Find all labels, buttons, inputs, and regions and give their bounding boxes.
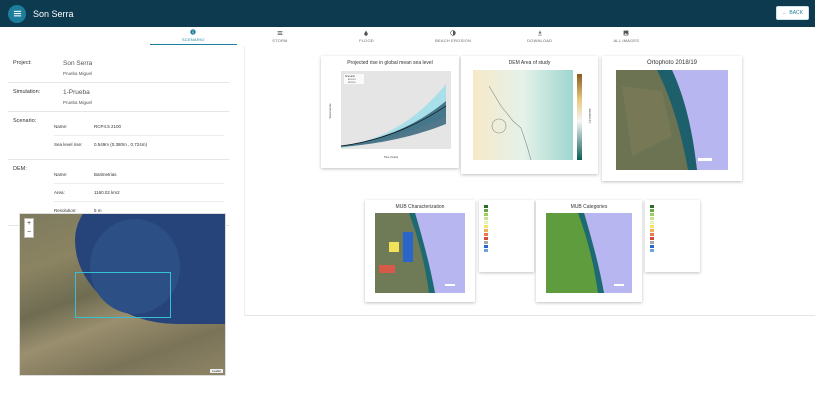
x-axis-label: Time (Years) — [384, 156, 398, 159]
app-title: Son Serra — [33, 8, 74, 19]
tab-label: FLOOD — [359, 37, 374, 43]
tab-label: DOWNLOAD — [527, 37, 553, 43]
menu-icon — [13, 10, 21, 17]
tab-bar: SCENARIO STORM FLOOD BEACH EROSION DOWNL… — [150, 27, 670, 45]
simulation-name: 1-Prueba — [63, 89, 90, 96]
map-attribution[interactable]: Leaflet — [209, 369, 223, 373]
tab-scenario[interactable]: SCENARIO — [150, 27, 237, 45]
dem-card[interactable]: DEM Area of study Elevation (m) — [461, 56, 598, 174]
mub-categories-image — [546, 213, 632, 293]
scenario-name-key: Name: — [54, 124, 68, 129]
download-icon — [537, 30, 542, 35]
storm-icon — [277, 30, 283, 35]
tab-storm[interactable]: STORM — [237, 27, 324, 45]
tab-label: ALL IMAGES — [613, 37, 640, 43]
dem-area-key: Area: — [54, 190, 65, 195]
tab-flood[interactable]: FLOOD — [323, 27, 410, 45]
map-zoom-control: + − — [24, 218, 34, 238]
sea-level-chart: Scenario RCP4.5 RCP8.5 Time (Years) Sea … — [329, 71, 451, 159]
sea-level-chart-card[interactable]: Projected rise in global mean sea level … — [321, 56, 459, 168]
water-drop-icon — [364, 30, 369, 36]
zoom-in-button[interactable]: + — [27, 220, 31, 227]
tab-label: BEACH EROSION — [435, 37, 472, 43]
tab-download[interactable]: DOWNLOAD — [496, 27, 583, 45]
tab-label: STORM — [272, 37, 288, 43]
dem-map: Elevation (m) — [473, 70, 591, 161]
sea-level-row: Sea level rise: 0.549m (0.380m , 0.724m) — [54, 136, 224, 153]
mub-characterization-image — [375, 213, 465, 293]
sea-level-key: Sea level rise: — [54, 142, 83, 147]
legend-title: Scenario — [345, 75, 355, 78]
back-button[interactable]: ← BACK — [776, 6, 809, 20]
scenario-name-row: Name: RCP4.5 2100 — [54, 118, 224, 136]
dem-label: DEM: — [13, 166, 27, 172]
dem-colorbar-label: Elevation (m) — [588, 109, 591, 124]
dem-name-key: Name: — [54, 172, 68, 177]
ortophoto-image — [616, 70, 728, 170]
arrow-left-icon: ← — [782, 10, 788, 16]
info-icon — [190, 29, 196, 35]
project-owner: Prueba Miguel — [63, 71, 93, 76]
tab-beach-erosion[interactable]: BEACH EROSION — [410, 27, 497, 45]
study-area-box — [75, 272, 171, 318]
erosion-icon — [450, 29, 456, 36]
mub-characterization-card[interactable]: MUB Characterization — [365, 200, 475, 302]
tab-label: SCENARIO — [182, 37, 205, 42]
mub-characterization-legend — [479, 200, 534, 272]
legend-entry: RCP8.5 — [348, 82, 356, 84]
legend-entry: RCP4.5 — [348, 79, 356, 81]
image-icon — [623, 30, 629, 35]
project-row: Project: Son Serra Prueba Miguel — [0, 50, 237, 82]
back-button-label: BACK — [789, 10, 803, 16]
app-bar: Son Serra ← BACK — [0, 0, 815, 27]
dem-area-row: Area: 1160.02 km2 — [54, 184, 224, 202]
dem-area: 1160.02 km2 — [94, 190, 120, 195]
dem-name: Batimetrias — [94, 172, 117, 177]
sea-level-value: 0.549m (0.380m , 0.724m) — [94, 142, 148, 147]
scenario-name: RCP4.5 2100 — [94, 124, 122, 129]
mub-categories-legend — [645, 200, 700, 272]
ortophoto-card[interactable]: Ortophoto 2018/19 — [602, 56, 742, 181]
simulation-row: Simulation: 1-Prueba Prueba Miguel — [0, 83, 237, 111]
simulation-label: Simulation: — [13, 89, 41, 95]
project-name: Son Serra — [63, 60, 93, 67]
scenario-label: Scenario: — [13, 118, 37, 124]
y-axis-label: Sea level rise — [329, 103, 332, 119]
images-panel: Projected rise in global mean sea level … — [244, 46, 815, 316]
dem-name-row: Name: Batimetrias — [54, 166, 224, 184]
study-area-map[interactable]: + − Leaflet — [19, 213, 226, 376]
tab-all-images[interactable]: ALL IMAGES — [583, 27, 670, 45]
menu-button[interactable] — [8, 4, 26, 23]
project-label: Project: — [13, 60, 32, 66]
scenario-row: Scenario: Name: RCP4.5 2100 Sea level ris… — [0, 112, 237, 159]
simulation-owner: Prueba Miguel — [63, 100, 93, 105]
mub-categories-card[interactable]: MUB Categories — [536, 200, 642, 302]
zoom-out-button[interactable]: − — [27, 229, 31, 236]
